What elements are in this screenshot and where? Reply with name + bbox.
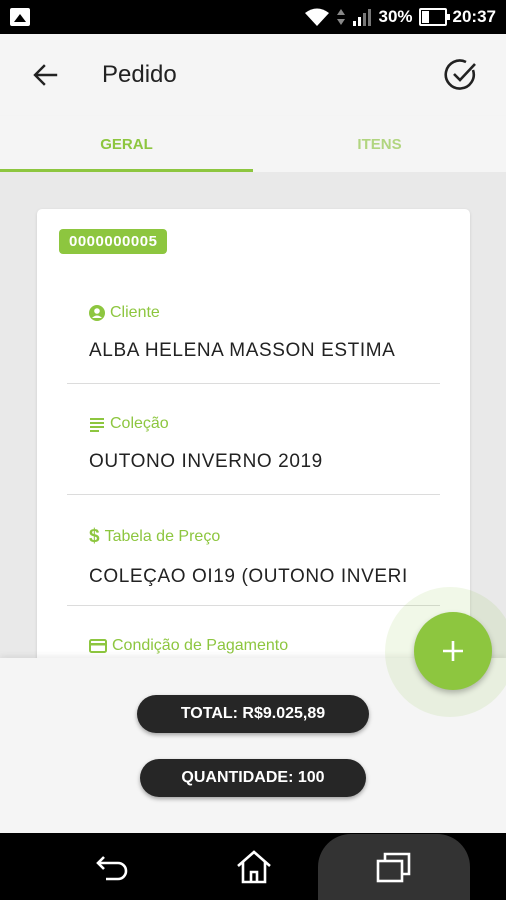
add-item-button[interactable] xyxy=(414,612,492,690)
nav-home-icon xyxy=(237,849,271,883)
list-icon xyxy=(90,418,104,432)
status-bar: 30% 20:37 xyxy=(0,0,506,34)
quantity-pill: QUANTIDADE: 100 xyxy=(140,759,366,797)
field-label-cliente: Cliente xyxy=(110,304,160,321)
tab-geral[interactable]: GERAL xyxy=(0,116,253,172)
total-pill: TOTAL: R$9.025,89 xyxy=(137,695,369,733)
field-value-cliente: ALBA HELENA MASSON ESTIMA xyxy=(89,340,396,361)
nav-back-icon xyxy=(96,855,128,880)
field-value-colecao: OUTONO INVERNO 2019 xyxy=(89,451,323,472)
field-value-tabela-preco: COLEÇAO OI19 (OUTONO INVERI xyxy=(89,566,408,587)
order-content: 0000000005 Cliente ALBA HELENA MASSON ES… xyxy=(0,172,506,658)
field-condicao-pagamento[interactable]: Condição de Pagamento xyxy=(67,637,440,658)
field-cliente[interactable]: Cliente ALBA HELENA MASSON ESTIMA xyxy=(67,304,440,384)
tab-bar: GERAL ITENS xyxy=(0,116,506,172)
nav-home-button[interactable] xyxy=(170,833,338,900)
clock: 20:37 xyxy=(452,7,496,26)
system-nav-bar xyxy=(0,833,506,900)
back-button[interactable] xyxy=(0,34,90,116)
field-label-tabela-preco: Tabela de Preço xyxy=(104,528,221,545)
nav-recents-button[interactable] xyxy=(318,834,470,900)
order-card: 0000000005 Cliente ALBA HELENA MASSON ES… xyxy=(37,209,470,658)
wifi-icon xyxy=(305,8,330,26)
check-circle-icon xyxy=(444,59,476,90)
battery-percent: 30% xyxy=(378,7,413,26)
page-title: Pedido xyxy=(102,61,177,88)
app-bar: Pedido xyxy=(0,34,506,116)
arrow-back-icon xyxy=(33,64,58,86)
plus-icon xyxy=(443,641,463,661)
tab-itens[interactable]: ITENS xyxy=(253,116,506,172)
credit-card-icon xyxy=(89,639,107,653)
dollar-icon: $ xyxy=(89,526,100,547)
confirm-button[interactable] xyxy=(416,34,506,116)
field-colecao[interactable]: Coleção OUTONO INVERNO 2019 xyxy=(67,415,440,495)
signal-icon xyxy=(353,9,372,26)
field-label-condicao-pagamento: Condição de Pagamento xyxy=(112,637,289,654)
user-circle-icon xyxy=(89,305,105,321)
order-number-badge: 0000000005 xyxy=(59,229,168,254)
field-tabela-preco[interactable]: $ Tabela de Preço COLEÇAO OI19 (OUTONO I… xyxy=(67,526,440,606)
image-notification-icon xyxy=(10,8,30,26)
nav-recents-icon xyxy=(376,852,411,883)
battery-icon xyxy=(418,8,450,26)
data-arrows-icon xyxy=(337,9,346,25)
field-label-colecao: Coleção xyxy=(110,415,169,432)
